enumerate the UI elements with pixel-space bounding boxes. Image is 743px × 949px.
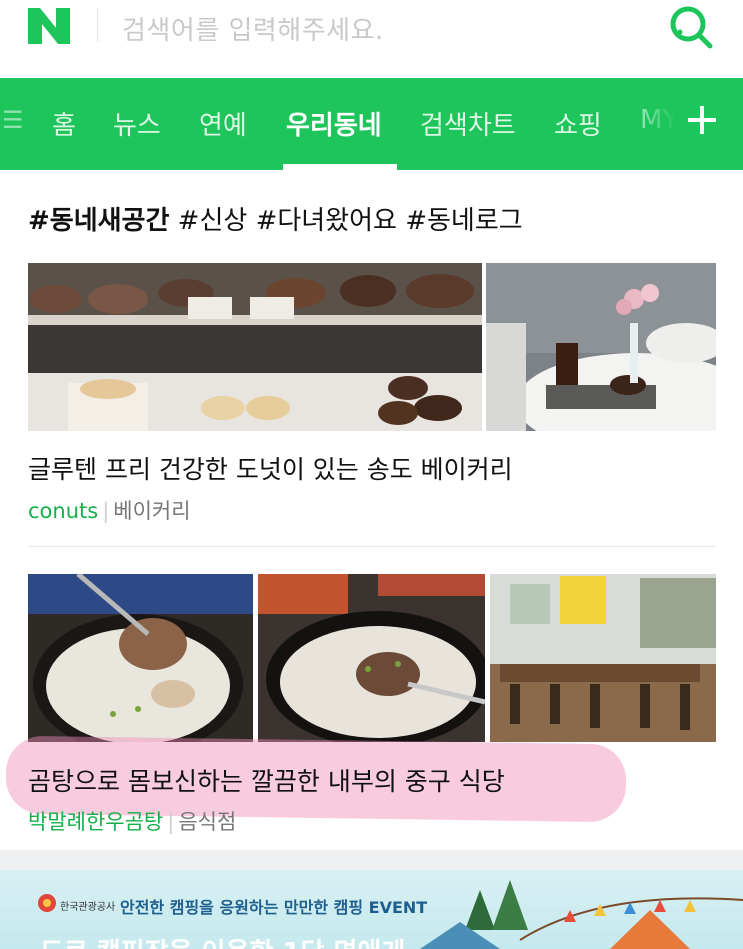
search-icon[interactable] xyxy=(664,2,716,52)
hashtag-log[interactable]: #동네로그 xyxy=(405,206,522,236)
card-2-photo-gomtang[interactable] xyxy=(258,574,485,742)
card-2-meta: 박말례한우곰탕 | 음식점 xyxy=(28,806,236,836)
card-1-meta: conuts | 베이커리 xyxy=(28,495,191,525)
naver-logo[interactable] xyxy=(26,6,72,46)
banner-headline: 도로 캠핑장을 이용한 1당 면애게 xyxy=(40,932,405,949)
category-nav: ☰ 홈 뉴스 연예 우리동네 검색차트 쇼핑 MY xyxy=(0,78,743,170)
hashtag-new[interactable]: #신상 xyxy=(178,206,248,236)
card-1-source[interactable]: conuts xyxy=(28,499,98,523)
banner-org: 한국관광공사 xyxy=(60,902,116,913)
header: 검색어를 입력해주세요. xyxy=(0,0,743,78)
hashtag-visited[interactable]: #다녀왔어요 xyxy=(256,206,397,236)
tab-entertainment[interactable]: 연예 xyxy=(199,105,247,142)
card-2-category: 음식점 xyxy=(178,810,237,834)
menu-icon[interactable]: ☰ xyxy=(2,106,24,134)
hashtag-row: #동네새공간 #신상 #다녀왔어요 #동네로그 xyxy=(28,200,523,237)
card-2-photo-interior[interactable] xyxy=(490,574,716,742)
tab-search-chart[interactable]: 검색차트 xyxy=(420,105,516,142)
camping-illustration xyxy=(420,880,743,949)
plus-icon[interactable] xyxy=(682,100,722,140)
card-1-photo-donuts[interactable] xyxy=(28,263,482,431)
tab-shopping[interactable]: 쇼핑 xyxy=(554,105,602,142)
section-gap xyxy=(0,850,743,870)
banner-text: 안전한 캠핑을 응원하는 만만한 캠핑 EVENT xyxy=(120,898,428,917)
meta-separator: | xyxy=(167,810,175,834)
card-1-title[interactable]: 글루텐 프리 건강한 도넛이 있는 송도 베이커리 xyxy=(28,450,513,486)
kto-logo-icon xyxy=(38,894,56,912)
meta-separator: | xyxy=(102,499,110,523)
card-2-source[interactable]: 박말례한우곰탕 xyxy=(28,810,163,834)
tab-neighborhood[interactable]: 우리동네 xyxy=(286,105,382,142)
tab-news[interactable]: 뉴스 xyxy=(113,105,161,142)
card-1-category: 베이커리 xyxy=(113,499,191,523)
hashtag-main[interactable]: #동네새공간 xyxy=(28,206,169,236)
card-2-title[interactable]: 곰탕으로 몸보신하는 깔끔한 내부의 중구 식당 xyxy=(28,762,505,798)
card-1-photo-cafe[interactable] xyxy=(486,263,716,431)
card-divider xyxy=(28,546,716,547)
card-2-photo-soup[interactable] xyxy=(28,574,253,742)
tab-home[interactable]: 홈 xyxy=(52,105,76,142)
active-tab-indicator xyxy=(283,164,397,170)
search-input[interactable]: 검색어를 입력해주세요. xyxy=(122,10,384,47)
event-banner[interactable]: 한국관광공사 안전한 캠핑을 응원하는 만만한 캠핑 EVENT 도로 캠핑장을… xyxy=(0,870,743,949)
header-divider xyxy=(97,8,98,42)
